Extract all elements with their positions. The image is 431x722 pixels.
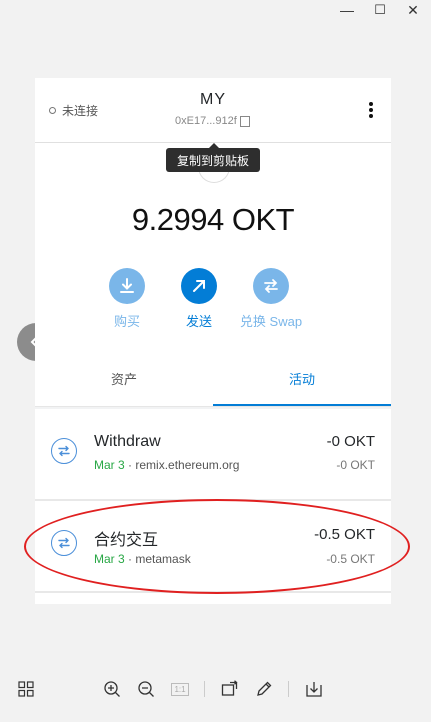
actual-size-label: 1:1 [171,682,189,696]
download-icon [109,268,145,304]
transaction-title: Withdraw [94,433,161,450]
annotation-ellipse [24,499,410,594]
contract-interaction-icon [51,438,77,464]
tab-bar: 资产 活动 [35,364,391,408]
transaction-amount: -0 OKT [326,433,375,450]
zoom-out-icon[interactable] [136,679,156,699]
toolbar-divider [204,681,205,697]
rotate-icon[interactable] [220,679,240,699]
edit-pencil-icon[interactable] [254,679,274,699]
swap-icon [253,268,289,304]
maximize-button[interactable]: ☐ [365,0,395,20]
balance-amount: 9.2994 OKT [131,202,295,237]
minimize-button[interactable]: — [332,0,362,20]
thumbnails-grid-icon[interactable] [16,679,36,699]
transaction-amount-secondary: -0 OKT [336,458,375,472]
close-button[interactable]: ✕ [398,0,428,20]
actual-size-button[interactable]: 1:1 [170,679,190,699]
transaction-row[interactable]: Withdraw Mar 3 · remix.ethereum.org -0 O… [35,409,391,499]
account-menu-button[interactable] [368,102,374,120]
copy-icon[interactable] [239,115,250,127]
copy-tooltip: 复制到剪贴板 [166,143,260,172]
buy-label: 购买 [113,314,140,329]
toolbar-divider [288,681,289,697]
transaction-origin: remix.ethereum.org [135,458,240,472]
tab-assets[interactable]: 资产 [35,364,213,406]
swap-button[interactable]: 兑换 Swap [231,268,311,330]
send-button[interactable]: 发送 [159,268,239,330]
account-address-text: 0xE17...912f [175,115,237,127]
send-arrow-icon [181,268,217,304]
zoom-in-icon[interactable] [102,679,122,699]
save-download-icon[interactable] [304,679,324,699]
account-address[interactable]: 0xE17...912f [175,115,250,127]
transaction-subtitle: Mar 3 · remix.ethereum.org [94,458,239,472]
send-label: 发送 [185,314,212,329]
swap-label: 兑换 Swap [239,314,303,329]
active-tab-indicator [213,404,391,406]
account-name[interactable]: MY [35,91,391,109]
tab-activity[interactable]: 活动 [213,364,391,406]
transaction-date: Mar 3 [94,458,125,472]
buy-button[interactable]: 购买 [87,268,167,330]
